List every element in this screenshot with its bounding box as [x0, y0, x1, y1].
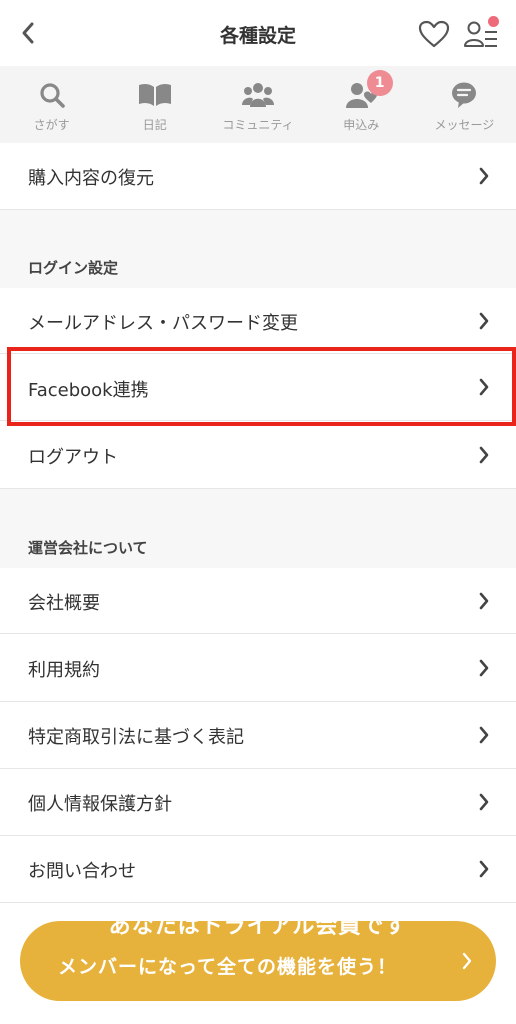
row-label: 特定商取引法に基づく表記 [28, 727, 244, 748]
tab-label: 申込み [343, 118, 380, 132]
tab-bar: さがす 日記 コミュニティ 申込み 1 メッセージ [0, 66, 516, 143]
row-label: ログアウト [28, 447, 118, 468]
facebook-link-row[interactable]: Facebook連携 [0, 354, 516, 421]
section-title: 運営会社について [28, 539, 148, 557]
row-label: 会社概要 [28, 593, 100, 614]
chevron-right-icon [479, 378, 489, 396]
chevron-right-icon [479, 167, 489, 185]
commerce-law-row[interactable]: 特定商取引法に基づく表記 [0, 702, 516, 769]
terms-row[interactable]: 利用規約 [0, 634, 516, 702]
company-section-header: 運営会社について [0, 525, 516, 568]
tab-label: さがす [33, 118, 70, 132]
section-spacer [0, 489, 516, 525]
row-label: メールアドレス・パスワード変更 [28, 313, 298, 334]
favorites-button[interactable] [416, 17, 452, 51]
heart-icon [418, 20, 450, 48]
trial-status-text: あなたはトライアル会員です [108, 914, 408, 939]
book-icon [138, 83, 171, 106]
row-label: 個人情報保護方針 [28, 794, 172, 815]
login-settings-header: ログイン設定 [0, 245, 516, 288]
email-password-row[interactable]: メールアドレス・パスワード変更 [0, 288, 516, 354]
app-header: 各種設定 [0, 0, 516, 66]
logout-row[interactable]: ログアウト [0, 421, 516, 489]
tab-label: コミュニティ [222, 118, 294, 132]
privacy-policy-row[interactable]: 個人情報保護方針 [0, 769, 516, 836]
message-icon [452, 82, 477, 108]
row-label: 利用規約 [28, 660, 100, 681]
chevron-right-icon [479, 659, 489, 677]
tab-diary[interactable]: 日記 [103, 66, 206, 143]
chevron-right-icon [479, 726, 489, 744]
tab-label: 日記 [142, 118, 167, 132]
profile-menu-button[interactable] [461, 14, 503, 52]
chevron-right-icon [462, 952, 472, 970]
requests-badge: 1 [366, 70, 393, 96]
company-overview-row[interactable]: 会社概要 [0, 568, 516, 634]
chevron-right-icon [479, 592, 489, 610]
search-icon [39, 83, 65, 108]
section-title: ログイン設定 [28, 259, 119, 277]
tab-label: メッセージ [434, 118, 495, 132]
chevron-right-icon [479, 860, 489, 878]
chevron-right-icon [479, 446, 489, 464]
restore-purchase-row[interactable]: 購入内容の復元 [0, 143, 516, 210]
section-spacer [0, 210, 516, 245]
row-label: 購入内容の復元 [28, 168, 154, 189]
tab-community[interactable]: コミュニティ [206, 66, 309, 143]
community-icon [242, 83, 274, 107]
chevron-right-icon [479, 312, 489, 330]
row-label: Facebook連携 [28, 380, 149, 401]
chevron-right-icon [479, 793, 489, 811]
tab-messages[interactable]: メッセージ [413, 66, 516, 143]
tab-requests[interactable]: 申込み 1 [310, 66, 413, 143]
tab-search[interactable]: さがす [0, 66, 103, 143]
upgrade-cta-text: メンバーになって全ての機能を使う！ [58, 956, 398, 978]
notification-dot [488, 16, 499, 27]
row-label: お問い合わせ [28, 861, 136, 882]
contact-row[interactable]: お問い合わせ [0, 836, 516, 903]
